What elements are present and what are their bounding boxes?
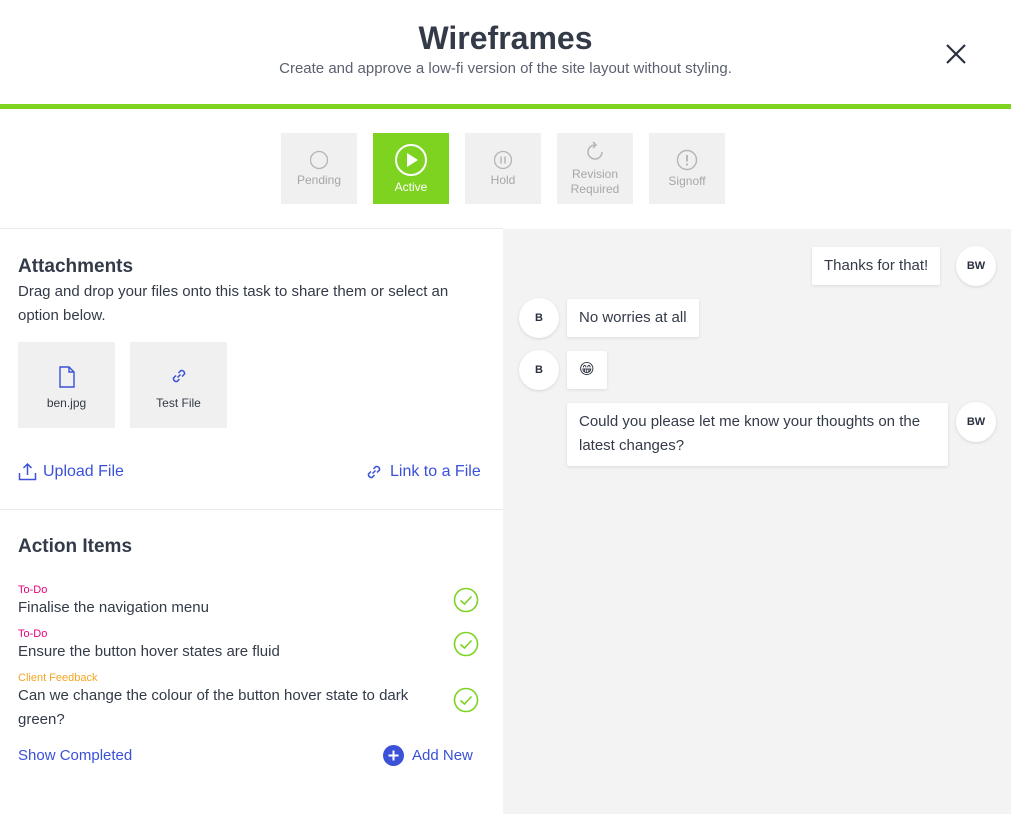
status-active-button[interactable]: Active [373, 133, 449, 204]
link-icon [172, 369, 185, 383]
status-label: Signoff [668, 173, 706, 188]
chat-message-bubble: Thanks for that! [812, 247, 941, 285]
chat-message-bubble: 😁 [567, 351, 607, 389]
attachment-name: ben.jpg [46, 396, 87, 410]
complete-checkbox[interactable] [453, 587, 479, 613]
action-item-tag: Client Feedback [18, 672, 98, 684]
status-label: Revision Required [570, 167, 620, 196]
progress-accent-bar [0, 104, 1011, 109]
upload-file-label: Upload File [43, 462, 124, 480]
action-item: Client Feedback Can we change the colour… [18, 672, 488, 732]
check-circle-icon [453, 587, 479, 613]
check-circle-icon [453, 687, 479, 713]
attachment-name: Test File [156, 396, 201, 410]
section-divider [0, 509, 503, 510]
close-button[interactable] [940, 38, 972, 70]
add-new-button[interactable]: Add New [383, 745, 473, 766]
page-title: Wireframes [418, 20, 593, 56]
status-signoff-button[interactable]: Signoff [649, 133, 725, 204]
action-item: To-Do Finalise the navigation menu [18, 584, 488, 620]
avatar: BW [956, 246, 996, 286]
check-circle-icon [453, 631, 479, 657]
play-icon [395, 143, 427, 176]
refresh-icon [587, 141, 603, 160]
page-subtitle: Create and approve a low-fi version of t… [279, 60, 732, 77]
chat-message-bubble: No worries at all [567, 299, 699, 337]
close-icon [946, 44, 966, 64]
action-item-text: Ensure the button hover states are fluid [18, 643, 280, 660]
chat-message-bubble: Could you please let me know your though… [567, 403, 948, 466]
complete-checkbox[interactable] [453, 631, 479, 657]
comments-panel: Thanks for that! BW B No worries at all … [503, 229, 1011, 814]
task-details-panel: Attachments Drag and drop your files ont… [0, 229, 503, 814]
add-new-label: Add New [412, 747, 473, 764]
attachment-link[interactable]: Test File [130, 342, 227, 428]
link-icon [367, 465, 381, 479]
attachments-description: Drag and drop your files onto this task … [18, 283, 449, 324]
upload-icon [18, 462, 37, 481]
file-icon [58, 366, 75, 388]
link-to-file-button[interactable]: Link to a File [364, 462, 481, 482]
status-hold-button[interactable]: Hold [465, 133, 541, 204]
avatar: B [519, 298, 559, 338]
action-item-text: Finalise the navigation menu [18, 599, 209, 616]
status-selector: Pending Active Hold Revision Required Si… [281, 133, 725, 204]
status-label: Hold [490, 172, 516, 187]
upload-file-button[interactable]: Upload File [18, 462, 124, 481]
action-item-text: Can we change the colour of the button h… [18, 687, 409, 728]
status-label: Pending [296, 172, 342, 187]
action-item-tag: To-Do [18, 584, 48, 596]
circle-icon [309, 150, 329, 169]
link-to-file-label: Link to a File [390, 463, 481, 480]
attachments-title: Attachments [18, 256, 134, 277]
show-completed-link[interactable]: Show Completed [18, 747, 132, 764]
status-pending-button[interactable]: Pending [281, 133, 357, 204]
attachment-file[interactable]: ben.jpg [18, 342, 115, 428]
status-revision-button[interactable]: Revision Required [557, 133, 633, 204]
action-items-title: Action Items [18, 536, 133, 557]
avatar: BW [956, 402, 996, 442]
pause-icon [493, 150, 513, 169]
plus-circle-icon [383, 745, 404, 766]
avatar: B [519, 350, 559, 390]
status-label: Active [394, 179, 428, 194]
complete-checkbox[interactable] [453, 687, 479, 713]
task-header: Wireframes Create and approve a low-fi v… [0, 0, 1011, 105]
action-item-tag: To-Do [18, 628, 48, 640]
action-item: To-Do Ensure the button hover states are… [18, 628, 488, 664]
alert-icon [676, 149, 698, 170]
